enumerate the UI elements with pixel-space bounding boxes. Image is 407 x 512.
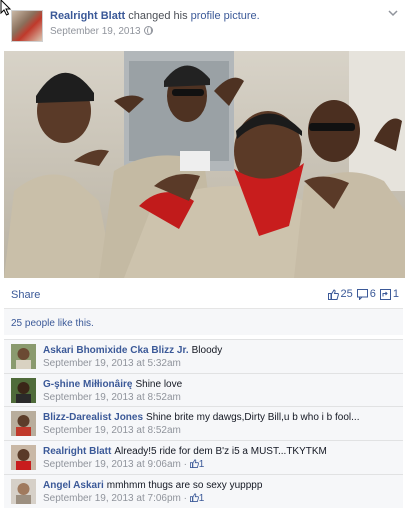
comment-like-count[interactable]: 1 <box>199 493 205 504</box>
comment-icon <box>356 288 368 300</box>
comment-item: Realright Blatt Already!5 ride for dem B'… <box>4 440 403 474</box>
comment-text: Bloody <box>191 345 223 356</box>
comment-text: Shine love <box>135 379 183 390</box>
author-name-link[interactable]: Realright Blatt <box>50 10 125 22</box>
globe-icon <box>143 26 153 35</box>
likes-summary-link[interactable]: 25 people like this. <box>11 318 94 329</box>
thumbs-up-icon <box>327 288 339 300</box>
commenter-avatar[interactable] <box>11 411 36 436</box>
comment-like-count[interactable]: 1 <box>199 459 205 470</box>
comment-item: Blizz-Darealist Jones Shine brite my dawg… <box>4 406 403 440</box>
comment-item: G-şhine Miłłionâirę Shine love September … <box>4 373 403 407</box>
commenter-avatar[interactable] <box>11 378 36 403</box>
action-text: changed his <box>128 10 188 22</box>
comments-count: 6 <box>369 288 376 300</box>
share-bar: Share 25 6 1 <box>0 285 407 305</box>
comment-timestamp[interactable]: September 19, 2013 at 5:32am <box>43 358 181 369</box>
commenter-avatar[interactable] <box>11 479 36 504</box>
likes-summary-box: 25 people like this. <box>4 308 403 335</box>
commenter-avatar[interactable] <box>11 445 36 470</box>
comment-text: Already!5 ride for dem B'z i5 a MUST...T… <box>114 446 327 457</box>
post-stats: 25 6 1 <box>327 288 399 300</box>
shares-stat[interactable]: 1 <box>379 288 399 300</box>
comment-timestamp[interactable]: September 19, 2013 at 9:06am <box>43 459 181 470</box>
profile-photo[interactable] <box>4 51 405 278</box>
comment-author-link[interactable]: G-şhine Miłłionâirę <box>43 379 132 390</box>
comment-text: Shine brite my dawgs,Dirty Bill,u b who … <box>146 412 360 423</box>
comment-author-link[interactable]: Blizz-Darealist Jones <box>43 412 143 423</box>
comment-author-link[interactable]: Askari Bhomixide Cka Blizz Jr. <box>43 345 189 356</box>
profile-picture-link[interactable]: profile picture. <box>191 10 260 22</box>
share-link[interactable]: Share <box>11 289 40 301</box>
comment-item: Askari Bhomixide Cka Blizz Jr. Bloody Sep… <box>4 339 403 373</box>
post-date-link[interactable]: September 19, 2013 <box>50 26 141 37</box>
post-date: September 19, 2013 <box>50 26 153 37</box>
likes-stat[interactable]: 25 <box>327 288 353 300</box>
thumbs-up-icon <box>189 493 199 502</box>
author-avatar[interactable] <box>11 10 43 42</box>
commenter-avatar[interactable] <box>11 344 36 369</box>
comment-author-link[interactable]: Realright Blatt <box>43 446 111 457</box>
comment-item: Angel Askari mmhmm thugs are so sexy yupp… <box>4 474 403 508</box>
comment-author-link[interactable]: Angel Askari <box>43 480 104 491</box>
post-headline: Realright Blatt changed his profile pict… <box>50 10 260 22</box>
comment-timestamp[interactable]: September 19, 2013 at 8:52am <box>43 392 181 403</box>
comment-timestamp[interactable]: September 19, 2013 at 8:52am <box>43 425 181 436</box>
chevron-down-icon[interactable] <box>388 8 398 18</box>
photo-illustration <box>4 51 405 278</box>
share-icon <box>379 288 391 300</box>
comments-stat[interactable]: 6 <box>356 288 376 300</box>
comment-timestamp[interactable]: September 19, 2013 at 7:06pm <box>43 493 181 504</box>
likes-count: 25 <box>340 288 353 300</box>
shares-count: 1 <box>392 288 399 300</box>
post-header: Realright Blatt changed his profile pict… <box>0 0 407 50</box>
thumbs-up-icon <box>189 459 199 468</box>
comment-text: mmhmm thugs are so sexy yupppp <box>106 480 263 491</box>
